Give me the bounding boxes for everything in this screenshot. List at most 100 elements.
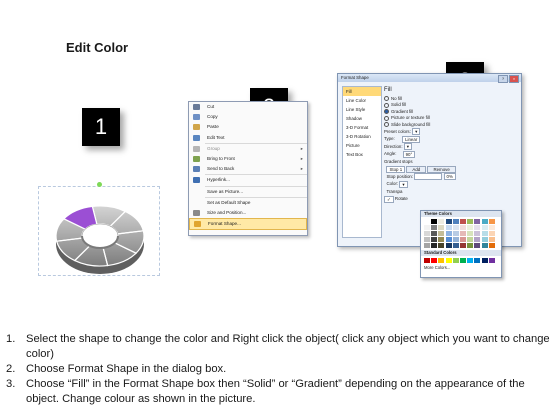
color-swatch[interactable] — [431, 242, 438, 248]
color-swatch[interactable] — [424, 242, 430, 248]
angle-input[interactable]: 90° — [402, 150, 416, 158]
menu-item-6[interactable]: Send to Back ▸ — [189, 164, 307, 174]
color-swatch[interactable] — [488, 236, 495, 242]
color-swatch[interactable] — [459, 224, 466, 230]
color-swatch[interactable] — [488, 224, 495, 230]
nav-item-5[interactable]: 3-D Rotation — [343, 132, 381, 141]
radio-icon[interactable] — [384, 96, 389, 102]
color-swatch[interactable] — [467, 236, 474, 242]
radio-icon[interactable] — [384, 102, 389, 108]
color-swatch[interactable] — [481, 224, 488, 230]
menu-item-9[interactable]: Set as Default Shape — [189, 198, 307, 208]
color-swatch[interactable] — [424, 257, 430, 263]
preset-colors-dropdown[interactable]: ▾ — [412, 128, 421, 136]
color-swatch[interactable] — [467, 230, 474, 236]
color-swatch[interactable] — [445, 242, 452, 248]
color-swatch[interactable] — [467, 219, 474, 224]
stop-dropdown[interactable]: Stop 1 — [386, 165, 406, 173]
color-swatch[interactable] — [431, 236, 438, 242]
color-swatch[interactable] — [452, 230, 459, 236]
color-swatch[interactable] — [474, 224, 481, 230]
color-swatch[interactable] — [445, 236, 452, 242]
help-icon[interactable]: ? — [498, 75, 508, 83]
color-swatch[interactable] — [488, 219, 495, 224]
color-swatch[interactable] — [431, 257, 438, 263]
color-swatch[interactable] — [481, 219, 488, 224]
nav-item-3[interactable]: Shadow — [343, 114, 381, 123]
color-swatch[interactable] — [467, 224, 474, 230]
menu-item-8[interactable]: Save as Picture... — [189, 187, 307, 197]
color-swatch[interactable] — [431, 219, 438, 224]
color-swatch[interactable] — [481, 236, 488, 242]
color-swatch[interactable] — [445, 219, 452, 224]
color-swatch[interactable] — [474, 242, 481, 248]
color-dropdown[interactable]: ▾ — [399, 180, 408, 188]
color-swatch[interactable] — [424, 230, 430, 236]
color-swatch[interactable] — [481, 230, 488, 236]
color-swatch[interactable] — [452, 242, 459, 248]
color-swatch[interactable] — [474, 230, 481, 236]
menu-item-7[interactable]: Hyperlink... — [189, 175, 307, 185]
menu-item-5[interactable]: Bring to Front ▸ — [189, 154, 307, 164]
color-swatch[interactable] — [452, 219, 459, 224]
color-swatch[interactable] — [474, 219, 481, 224]
menu-item-2[interactable]: Paste — [189, 122, 307, 132]
nav-item-7[interactable]: Text Box — [343, 150, 381, 159]
direction-dropdown[interactable]: ▾ — [403, 143, 412, 151]
color-swatch[interactable] — [467, 242, 474, 248]
color-swatch[interactable] — [445, 224, 452, 230]
color-swatch[interactable] — [438, 242, 445, 248]
menu-item-1[interactable]: Copy — [189, 112, 307, 122]
color-swatch[interactable] — [424, 219, 430, 224]
color-swatch[interactable] — [459, 219, 466, 224]
color-swatch[interactable] — [452, 257, 459, 263]
more-colors-link[interactable]: More Colors... — [421, 265, 501, 270]
rotate-checkbox[interactable]: ✓ — [384, 195, 394, 203]
color-swatch[interactable] — [424, 236, 430, 242]
color-swatch[interactable] — [445, 230, 452, 236]
color-swatch[interactable] — [438, 257, 445, 263]
color-swatch[interactable] — [459, 236, 466, 242]
color-swatch[interactable] — [481, 257, 488, 263]
radio-icon[interactable] — [384, 115, 389, 121]
menu-item-0[interactable]: Cut — [189, 102, 307, 112]
color-swatch[interactable] — [481, 242, 488, 248]
nav-item-1[interactable]: Line Color — [343, 96, 381, 105]
add-button[interactable]: Add — [406, 165, 427, 173]
donut-shape[interactable] — [40, 186, 158, 280]
position-slider[interactable] — [414, 173, 443, 181]
color-swatch[interactable] — [438, 230, 445, 236]
nav-item-2[interactable]: Line Style — [343, 105, 381, 114]
color-swatch[interactable] — [459, 242, 466, 248]
close-icon[interactable]: × — [509, 75, 519, 83]
color-swatch[interactable] — [459, 257, 466, 263]
color-swatch[interactable] — [488, 230, 495, 236]
color-swatch[interactable] — [488, 257, 495, 263]
color-swatch[interactable] — [424, 224, 430, 230]
selection-handle[interactable] — [97, 182, 102, 187]
menu-item-11[interactable]: Format Shape... — [189, 218, 307, 231]
radio-icon[interactable] — [384, 109, 389, 115]
color-swatch[interactable] — [459, 230, 466, 236]
menu-item-3[interactable]: Edit Text — [189, 133, 307, 143]
menu-item-4[interactable]: Group ▸ — [189, 144, 307, 154]
position-input[interactable]: 0% — [443, 173, 456, 181]
nav-item-6[interactable]: Picture — [343, 141, 381, 150]
color-swatch[interactable] — [452, 224, 459, 230]
color-swatch[interactable] — [438, 224, 445, 230]
color-swatch[interactable] — [431, 224, 438, 230]
remove-button[interactable]: Remove — [427, 165, 456, 173]
color-swatch[interactable] — [474, 257, 481, 263]
nav-item-4[interactable]: 3-D Format — [343, 123, 381, 132]
color-swatch[interactable] — [431, 230, 438, 236]
color-swatch[interactable] — [445, 257, 452, 263]
color-swatch[interactable] — [438, 219, 445, 224]
color-swatch[interactable] — [438, 236, 445, 242]
radio-icon[interactable] — [384, 121, 389, 127]
color-swatch[interactable] — [452, 236, 459, 242]
menu-item-10[interactable]: Size and Position... — [189, 208, 307, 218]
color-swatch[interactable] — [474, 236, 481, 242]
color-swatch[interactable] — [488, 242, 495, 248]
color-swatch[interactable] — [467, 257, 474, 263]
nav-item-0[interactable]: Fill — [343, 87, 381, 96]
